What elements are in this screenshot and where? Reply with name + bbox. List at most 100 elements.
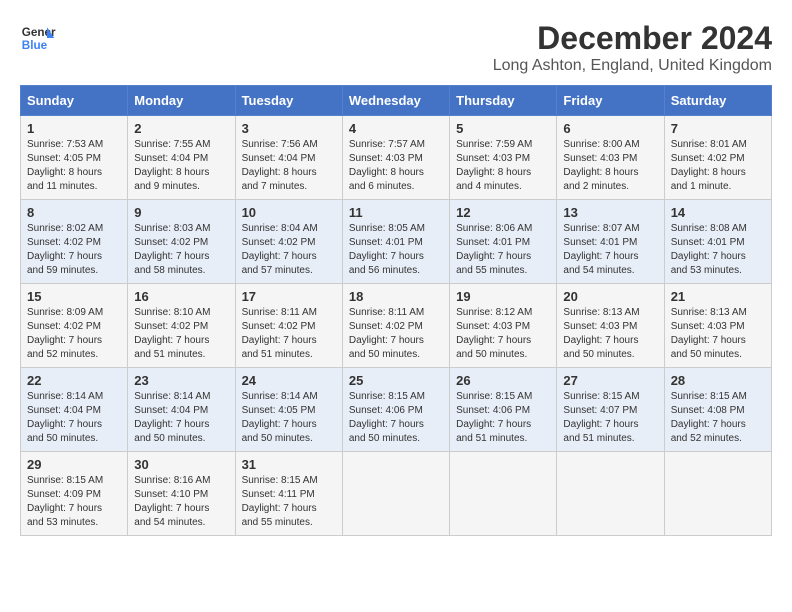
day-number: 27	[563, 373, 657, 388]
day-number: 5	[456, 121, 550, 136]
weekday-header: Sunday	[21, 86, 128, 116]
calendar-cell: 30 Sunrise: 8:16 AM Sunset: 4:10 PM Dayli…	[128, 452, 235, 536]
calendar-cell: 8Sunrise: 8:02 AM Sunset: 4:02 PM Daylig…	[21, 200, 128, 284]
svg-text:Blue: Blue	[22, 39, 48, 52]
day-number: 20	[563, 289, 657, 304]
day-number: 3	[242, 121, 336, 136]
day-number: 30	[134, 457, 228, 472]
calendar-cell: 12 Sunrise: 8:06 AM Sunset: 4:01 PM Dayli…	[450, 200, 557, 284]
calendar-cell: 14 Sunrise: 8:08 AM Sunset: 4:01 PM Dayli…	[664, 200, 771, 284]
day-number: 7	[671, 121, 765, 136]
calendar-cell: 1 Sunrise: 7:53 AM Sunset: 4:05 PM Daylig…	[21, 116, 128, 200]
day-info: Sunrise: 8:15 AM Sunset: 4:09 PM Dayligh…	[27, 474, 121, 530]
day-number: 17	[242, 289, 336, 304]
day-info: Sunrise: 8:09 AM Sunset: 4:02 PM Dayligh…	[27, 306, 121, 362]
title-area: December 2024 Long Ashton, England, Unit…	[493, 20, 772, 75]
calendar-cell: 2Sunrise: 7:55 AM Sunset: 4:04 PM Daylig…	[128, 116, 235, 200]
day-number: 25	[349, 373, 443, 388]
day-info: Sunrise: 8:15 AM Sunset: 4:11 PM Dayligh…	[242, 474, 336, 530]
calendar-cell: 6 Sunrise: 8:00 AM Sunset: 4:03 PM Daylig…	[557, 116, 664, 200]
day-info: Sunrise: 8:14 AM Sunset: 4:04 PM Dayligh…	[134, 390, 228, 446]
day-number: 12	[456, 205, 550, 220]
day-info: Sunrise: 8:14 AM Sunset: 4:05 PM Dayligh…	[242, 390, 336, 446]
calendar-cell: 13 Sunrise: 8:07 AM Sunset: 4:01 PM Dayli…	[557, 200, 664, 284]
day-info: Sunrise: 8:08 AM Sunset: 4:01 PM Dayligh…	[671, 222, 765, 278]
day-info: Sunrise: 7:56 AM Sunset: 4:04 PM Dayligh…	[242, 138, 336, 194]
day-number: 15	[27, 289, 121, 304]
calendar-cell: 28 Sunrise: 8:15 AM Sunset: 4:08 PM Dayli…	[664, 368, 771, 452]
day-info: Sunrise: 8:13 AM Sunset: 4:03 PM Dayligh…	[563, 306, 657, 362]
day-number: 18	[349, 289, 443, 304]
calendar-cell: 29 Sunrise: 8:15 AM Sunset: 4:09 PM Dayli…	[21, 452, 128, 536]
day-info: Sunrise: 8:01 AM Sunset: 4:02 PM Dayligh…	[671, 138, 765, 194]
day-number: 14	[671, 205, 765, 220]
calendar-header: SundayMondayTuesdayWednesdayThursdayFrid…	[21, 86, 772, 116]
day-number: 31	[242, 457, 336, 472]
calendar-cell: 16 Sunrise: 8:10 AM Sunset: 4:02 PM Dayli…	[128, 284, 235, 368]
day-info: Sunrise: 8:05 AM Sunset: 4:01 PM Dayligh…	[349, 222, 443, 278]
logo: General Blue	[20, 20, 56, 56]
day-number: 21	[671, 289, 765, 304]
day-info: Sunrise: 8:11 AM Sunset: 4:02 PM Dayligh…	[349, 306, 443, 362]
day-number: 28	[671, 373, 765, 388]
day-number: 6	[563, 121, 657, 136]
day-number: 1	[27, 121, 121, 136]
calendar-cell: 5Sunrise: 7:59 AM Sunset: 4:03 PM Daylig…	[450, 116, 557, 200]
calendar-table: SundayMondayTuesdayWednesdayThursdayFrid…	[20, 85, 772, 536]
day-number: 23	[134, 373, 228, 388]
day-number: 11	[349, 205, 443, 220]
weekday-header: Thursday	[450, 86, 557, 116]
calendar-cell: 26Sunrise: 8:15 AM Sunset: 4:06 PM Dayli…	[450, 368, 557, 452]
calendar-cell: 18 Sunrise: 8:11 AM Sunset: 4:02 PM Dayli…	[342, 284, 449, 368]
calendar-cell: 3 Sunrise: 7:56 AM Sunset: 4:04 PM Daylig…	[235, 116, 342, 200]
day-info: Sunrise: 7:55 AM Sunset: 4:04 PM Dayligh…	[134, 138, 228, 194]
day-info: Sunrise: 8:13 AM Sunset: 4:03 PM Dayligh…	[671, 306, 765, 362]
day-info: Sunrise: 8:04 AM Sunset: 4:02 PM Dayligh…	[242, 222, 336, 278]
calendar-cell: 31 Sunrise: 8:15 AM Sunset: 4:11 PM Dayli…	[235, 452, 342, 536]
calendar-cell: 20 Sunrise: 8:13 AM Sunset: 4:03 PM Dayli…	[557, 284, 664, 368]
calendar-cell: 22 Sunrise: 8:14 AM Sunset: 4:04 PM Dayli…	[21, 368, 128, 452]
calendar-cell: 27 Sunrise: 8:15 AM Sunset: 4:07 PM Dayli…	[557, 368, 664, 452]
day-number: 10	[242, 205, 336, 220]
day-info: Sunrise: 8:03 AM Sunset: 4:02 PM Dayligh…	[134, 222, 228, 278]
calendar-cell: 19 Sunrise: 8:12 AM Sunset: 4:03 PM Dayli…	[450, 284, 557, 368]
calendar-cell: 24Sunrise: 8:14 AM Sunset: 4:05 PM Dayli…	[235, 368, 342, 452]
calendar-cell: 17Sunrise: 8:11 AM Sunset: 4:02 PM Dayli…	[235, 284, 342, 368]
calendar-cell: 11 Sunrise: 8:05 AM Sunset: 4:01 PM Dayli…	[342, 200, 449, 284]
calendar-cell: 23 Sunrise: 8:14 AM Sunset: 4:04 PM Dayli…	[128, 368, 235, 452]
calendar-cell: 15 Sunrise: 8:09 AM Sunset: 4:02 PM Dayli…	[21, 284, 128, 368]
day-number: 4	[349, 121, 443, 136]
day-info: Sunrise: 8:14 AM Sunset: 4:04 PM Dayligh…	[27, 390, 121, 446]
day-number: 29	[27, 457, 121, 472]
day-info: Sunrise: 7:53 AM Sunset: 4:05 PM Dayligh…	[27, 138, 121, 194]
calendar-body: 1 Sunrise: 7:53 AM Sunset: 4:05 PM Daylig…	[21, 116, 772, 536]
day-info: Sunrise: 8:02 AM Sunset: 4:02 PM Dayligh…	[27, 222, 121, 278]
calendar-cell	[557, 452, 664, 536]
day-info: Sunrise: 8:15 AM Sunset: 4:08 PM Dayligh…	[671, 390, 765, 446]
calendar-cell	[664, 452, 771, 536]
weekday-header: Tuesday	[235, 86, 342, 116]
weekday-header: Saturday	[664, 86, 771, 116]
day-info: Sunrise: 8:12 AM Sunset: 4:03 PM Dayligh…	[456, 306, 550, 362]
calendar-cell	[450, 452, 557, 536]
calendar-cell: 9 Sunrise: 8:03 AM Sunset: 4:02 PM Daylig…	[128, 200, 235, 284]
day-info: Sunrise: 8:15 AM Sunset: 4:07 PM Dayligh…	[563, 390, 657, 446]
day-info: Sunrise: 8:16 AM Sunset: 4:10 PM Dayligh…	[134, 474, 228, 530]
day-info: Sunrise: 8:00 AM Sunset: 4:03 PM Dayligh…	[563, 138, 657, 194]
day-number: 16	[134, 289, 228, 304]
day-info: Sunrise: 8:15 AM Sunset: 4:06 PM Dayligh…	[349, 390, 443, 446]
calendar-cell	[342, 452, 449, 536]
day-number: 19	[456, 289, 550, 304]
day-number: 13	[563, 205, 657, 220]
day-info: Sunrise: 8:06 AM Sunset: 4:01 PM Dayligh…	[456, 222, 550, 278]
day-info: Sunrise: 8:07 AM Sunset: 4:01 PM Dayligh…	[563, 222, 657, 278]
calendar-cell: 7 Sunrise: 8:01 AM Sunset: 4:02 PM Daylig…	[664, 116, 771, 200]
calendar-cell: 4Sunrise: 7:57 AM Sunset: 4:03 PM Daylig…	[342, 116, 449, 200]
day-number: 9	[134, 205, 228, 220]
day-number: 22	[27, 373, 121, 388]
weekday-header: Wednesday	[342, 86, 449, 116]
calendar-cell: 10 Sunrise: 8:04 AM Sunset: 4:02 PM Dayli…	[235, 200, 342, 284]
day-info: Sunrise: 8:10 AM Sunset: 4:02 PM Dayligh…	[134, 306, 228, 362]
day-number: 26	[456, 373, 550, 388]
weekday-header: Friday	[557, 86, 664, 116]
